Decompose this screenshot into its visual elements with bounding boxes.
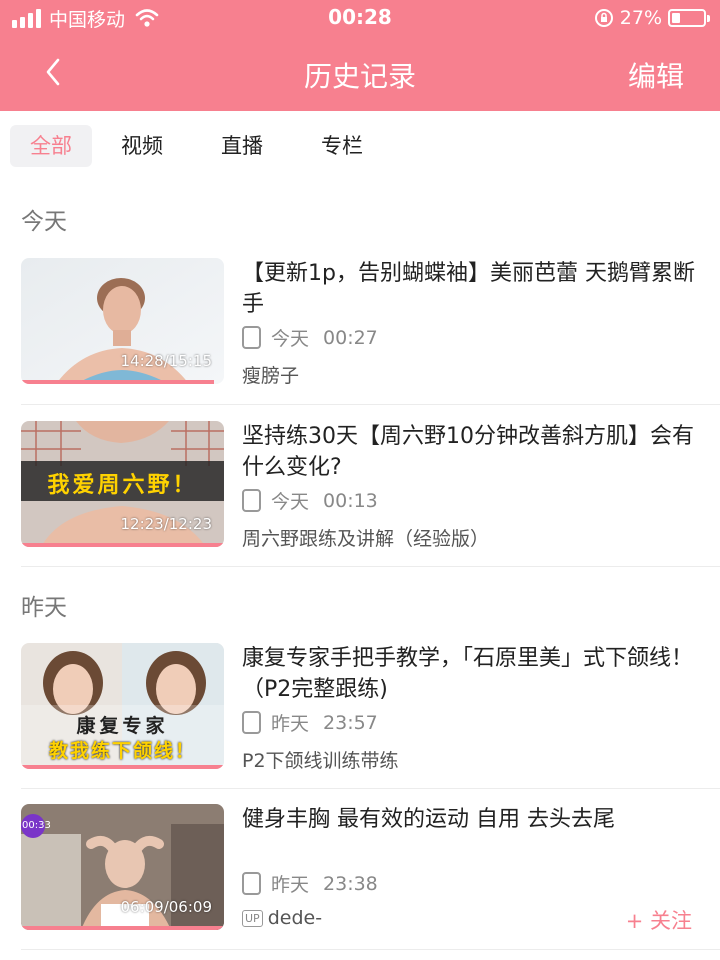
watch-day: 今天 (271, 328, 310, 350)
watch-time: 23:38 (323, 872, 378, 895)
divider (21, 788, 720, 789)
watch-time: 23:57 (323, 711, 378, 734)
video-title[interactable]: 健身丰胸 最有效的运动 自用 去头去尾 (242, 804, 702, 835)
watch-day: 今天 (271, 491, 310, 513)
video-title[interactable]: 康复专家手把手教学，「石原里美」式下颌线！（P2完整跟练) (242, 643, 702, 705)
watch-progress-bar (21, 380, 214, 384)
thumbnail-banner: 我爱周六野！ (47, 473, 198, 498)
watch-progress-bar (21, 765, 224, 769)
video-thumbnail[interactable]: 14:28/15:15 (21, 258, 224, 384)
video-title[interactable]: 【更新1p，告别蝴蝶袖】美丽芭蕾 天鹅臂累断手 (242, 258, 702, 320)
divider (21, 404, 720, 405)
history-item[interactable]: 我爱周六野！ 12:23/12:23 坚持练30天【周六野10分钟改善斜方肌】会… (0, 421, 720, 561)
watch-meta: 今天 00:13 (242, 487, 378, 514)
phone-device-icon (242, 872, 261, 895)
thumbnail-banner-top: 康复专家 (76, 715, 169, 737)
video-thumbnail[interactable]: 00:33 06:09/06:09 (21, 804, 224, 930)
section-label-yesterday: 昨天 (21, 595, 67, 621)
history-item[interactable]: 康复专家 教我练下颌线！ 康复专家手把手教学，「石原里美」式下颌线！（P2完整跟… (0, 643, 720, 783)
watch-day: 昨天 (271, 874, 310, 896)
watch-meta: 昨天 23:38 (242, 870, 378, 897)
phone-device-icon (242, 326, 261, 349)
watch-time: 00:27 (323, 326, 378, 349)
tab-column[interactable]: 专栏 (292, 125, 392, 167)
watch-progress-bar (21, 543, 224, 547)
page-title: 历史记录 (303, 60, 416, 93)
tab-all[interactable]: 全部 (10, 125, 92, 167)
app-header: 中国移动 00:28 27% 历史记录 编辑 (0, 0, 720, 111)
phone-device-icon (242, 489, 261, 512)
video-title[interactable]: 坚持练30天【周六野10分钟改善斜方肌】会有什么变化? (242, 421, 702, 483)
filter-tabs: 全部 视频 直播 专栏 (10, 125, 392, 167)
nav-bar: 历史记录 编辑 (0, 40, 720, 106)
video-author[interactable]: P2下颌线训练带练 (242, 746, 399, 773)
battery-level (672, 13, 681, 23)
video-author[interactable]: 周六野跟练及讲解（经验版） (242, 524, 489, 551)
divider (21, 949, 720, 950)
watch-progress-bar (21, 926, 224, 930)
rotation-lock-icon (594, 9, 613, 27)
thumbnail-time-badge: 00:33 (22, 820, 51, 831)
thumbnail-banner-bottom: 教我练下颌线！ (48, 740, 196, 762)
status-bar: 中国移动 00:28 27% (0, 0, 720, 38)
watch-time: 00:13 (323, 489, 378, 512)
video-thumbnail[interactable]: 康复专家 教我练下颌线！ (21, 643, 224, 769)
video-duration: 06:09/06:09 (120, 898, 212, 916)
video-duration: 14:28/15:15 (120, 352, 212, 370)
video-author[interactable]: UP dede- (242, 907, 322, 929)
watch-day: 昨天 (271, 713, 310, 735)
battery-icon (668, 9, 710, 27)
author-name: dede- (267, 907, 323, 929)
tab-live[interactable]: 直播 (192, 125, 292, 167)
history-item[interactable]: 00:33 06:09/06:09 健身丰胸 最有效的运动 自用 去头去尾 昨天… (0, 804, 720, 944)
divider (21, 566, 720, 567)
video-duration: 12:23/12:23 (120, 515, 212, 533)
phone-device-icon (242, 711, 261, 734)
video-author[interactable]: 瘦膀子 (242, 361, 299, 388)
watch-meta: 昨天 23:57 (242, 709, 378, 736)
up-badge: UP (242, 909, 263, 927)
tab-video[interactable]: 视频 (92, 125, 192, 167)
follow-button[interactable]: + 关注 (626, 905, 692, 935)
watch-meta: 今天 00:27 (242, 324, 378, 351)
video-thumbnail[interactable]: 我爱周六野！ 12:23/12:23 (21, 421, 224, 547)
section-label-today: 今天 (21, 209, 67, 235)
edit-button[interactable]: 编辑 (628, 55, 684, 95)
status-right: 27% (594, 5, 710, 31)
battery-percent: 27% (619, 7, 662, 29)
history-item[interactable]: 14:28/15:15 【更新1p，告别蝴蝶袖】美丽芭蕾 天鹅臂累断手 今天 0… (0, 258, 720, 398)
